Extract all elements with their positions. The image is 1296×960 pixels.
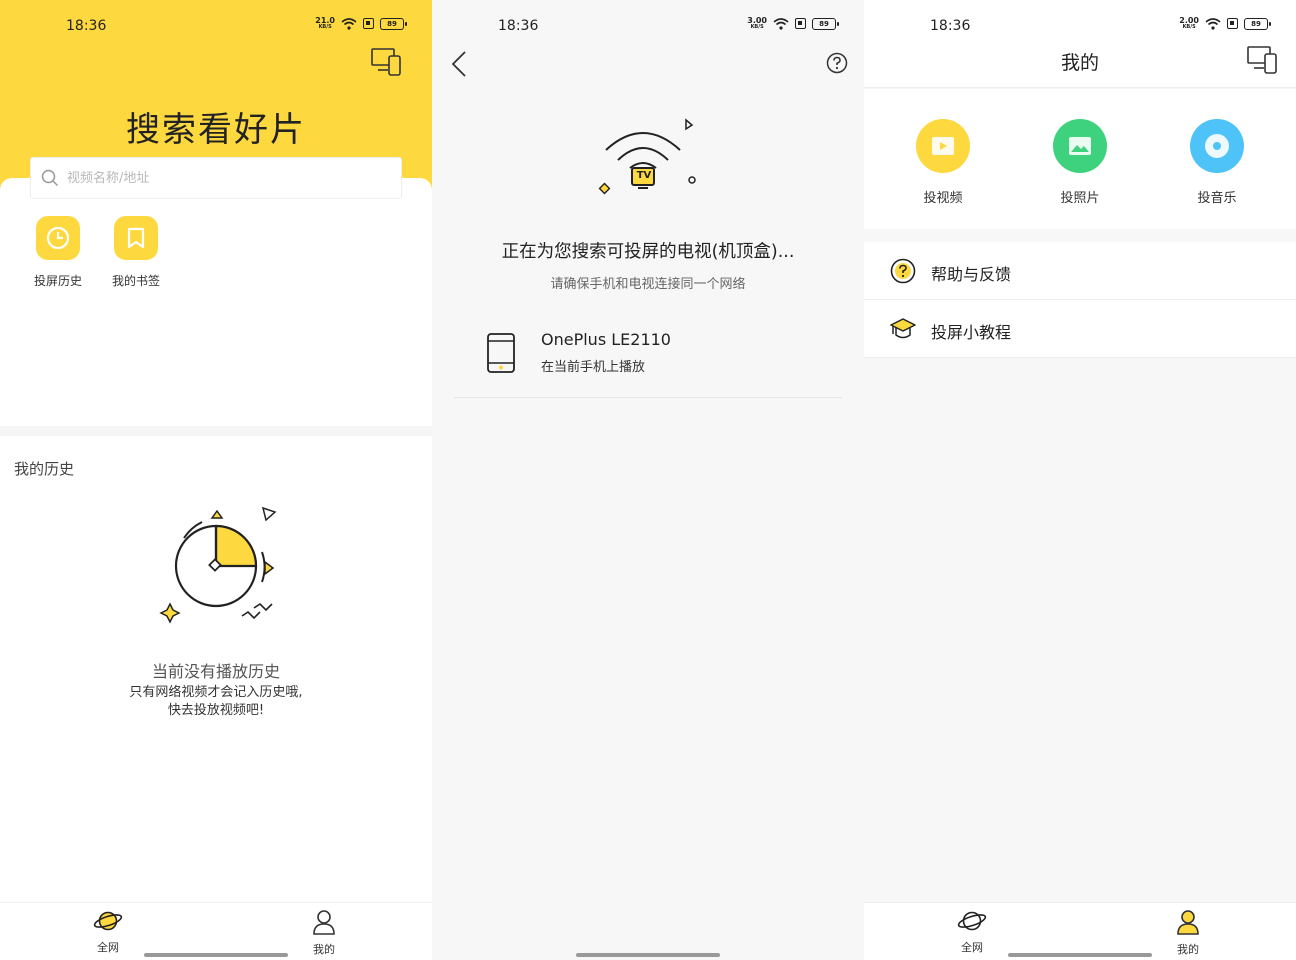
planet-icon [93, 911, 123, 931]
status-time: 18:36 [498, 18, 539, 34]
page-title: 搜索看好片 [126, 110, 306, 150]
status-bar: 18:36 3.00 KB/S 89 [432, 0, 864, 54]
help-icon [890, 258, 916, 284]
status-time: 18:36 [66, 18, 107, 34]
home-indicator[interactable] [1008, 953, 1152, 957]
cast-device-icon[interactable] [370, 46, 402, 78]
video-icon [916, 119, 970, 173]
bottom-tab-bar: 全网 我的 [0, 902, 432, 960]
bookmark-icon [114, 216, 158, 260]
status-time: 18:36 [930, 18, 971, 34]
tab-mine[interactable]: 我的 [294, 909, 354, 957]
empty-history-title: 当前没有播放历史 [151, 662, 280, 681]
tab-all-web[interactable]: 全网 [78, 909, 138, 955]
search-bar[interactable] [30, 157, 402, 199]
wifi-icon [1205, 17, 1221, 30]
sim-icon [363, 18, 374, 29]
search-input[interactable] [67, 170, 367, 186]
cast-video-button[interactable]: 投视频 [903, 119, 983, 206]
search-status-hint: 请确保手机和电视连接同一个网络 [550, 277, 746, 292]
mine-screen: 18:36 2.00 KB/S 89 我的 投视频 投照片 投音乐 帮助与反馈 … [864, 0, 1296, 960]
music-disc-icon [1190, 119, 1244, 173]
cast-photo-button[interactable]: 投照片 [1040, 119, 1120, 206]
photo-icon [1053, 119, 1107, 173]
battery-icon: 89 [1244, 17, 1271, 30]
history-section-title: 我的历史 [14, 460, 75, 478]
my-bookmarks-label: 我的书签 [111, 274, 160, 288]
network-speed: 3.00 KB/S [747, 16, 767, 31]
cast-device-icon[interactable] [1246, 44, 1278, 76]
home-indicator[interactable] [144, 953, 288, 957]
search-icon [41, 169, 59, 187]
empty-history-hint: 只有网络视频才会记入历史哦, 快去投放视频吧! [129, 685, 303, 718]
planet-icon [957, 911, 987, 931]
clock-icon [36, 216, 80, 260]
status-bar: 18:36 2.00 KB/S 89 [864, 0, 1296, 54]
settings-menu: 帮助与反馈 投屏小教程 [864, 242, 1296, 358]
tv-badge: TV [636, 170, 652, 181]
search-status-title: 正在为您搜索可投屏的电视(机顶盒)... [501, 242, 795, 262]
menu-item-tutorial[interactable]: 投屏小教程 [864, 300, 1296, 358]
back-arrow-icon[interactable] [450, 50, 468, 78]
device-name: OnePlus LE2110 [541, 330, 671, 349]
user-icon [1177, 910, 1199, 935]
network-speed: 21.0 KB/S [315, 16, 335, 31]
wifi-icon [341, 17, 357, 30]
cast-music-button[interactable]: 投音乐 [1177, 119, 1257, 206]
status-bar: 18:36 21.0 KB/S 89 [0, 0, 432, 54]
device-list-item[interactable]: OnePlus LE2110 在当前手机上播放 [454, 318, 842, 398]
wifi-icon [773, 17, 789, 30]
cast-type-grid: 投视频 投照片 投音乐 [864, 89, 1296, 229]
empty-history-illustration [159, 506, 277, 624]
tv-searching-illustration [598, 118, 696, 195]
device-description: 在当前手机上播放 [541, 360, 646, 375]
menu-item-help-feedback[interactable]: 帮助与反馈 [864, 242, 1296, 300]
my-bookmarks-button[interactable]: 我的书签 [96, 216, 176, 289]
battery-icon: 89 [812, 17, 839, 30]
battery-icon: 89 [380, 17, 407, 30]
sim-icon [795, 18, 806, 29]
tab-all-web[interactable]: 全网 [942, 909, 1002, 955]
cast-history-button[interactable]: 投屏历史 [18, 216, 98, 289]
home-screen: 18:36 21.0KB/S 89 搜索看好片 投屏历史 我的书签 我的历史 [0, 0, 432, 960]
graduation-cap-icon [890, 318, 916, 339]
home-indicator[interactable] [576, 953, 720, 957]
phone-icon [487, 333, 515, 373]
bottom-tab-bar: 全网 我的 [864, 902, 1296, 960]
section-divider [0, 426, 432, 436]
user-icon [313, 910, 335, 935]
network-speed: 2.00 KB/S [1179, 16, 1199, 31]
help-icon[interactable] [826, 52, 848, 74]
cast-history-label: 投屏历史 [33, 274, 82, 288]
device-search-screen: 18:36 3.00 KB/S 89 TV 正在为您搜索可投屏的电视(机顶盒)..… [432, 0, 864, 960]
sim-icon [1227, 18, 1238, 29]
page-title: 我的 [1060, 52, 1099, 74]
tab-mine[interactable]: 我的 [1158, 909, 1218, 957]
